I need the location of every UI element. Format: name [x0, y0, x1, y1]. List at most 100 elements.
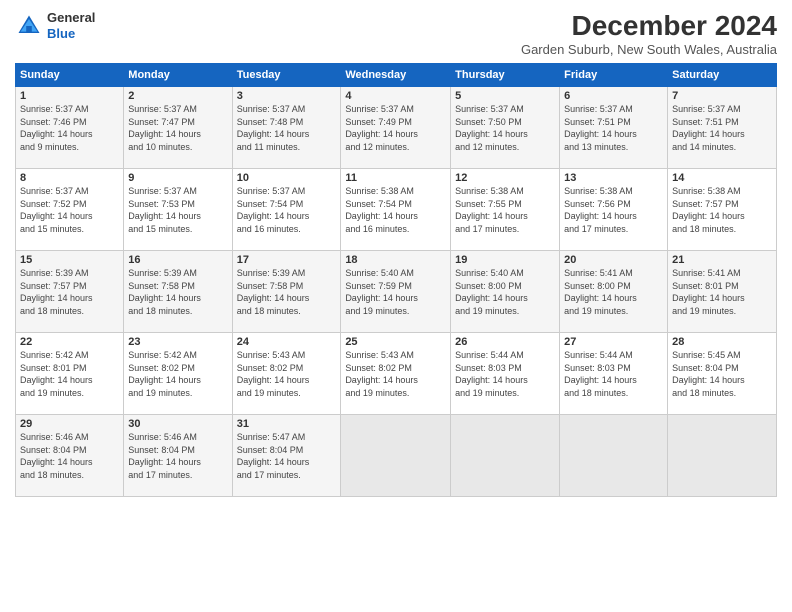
calendar-day-cell: 16Sunrise: 5:39 AMSunset: 7:58 PMDayligh… — [124, 251, 232, 333]
col-thursday: Thursday — [451, 64, 560, 87]
calendar-header-row: Sunday Monday Tuesday Wednesday Thursday… — [16, 64, 777, 87]
calendar-day-cell: 28Sunrise: 5:45 AMSunset: 8:04 PMDayligh… — [668, 333, 777, 415]
day-info: Sunrise: 5:42 AMSunset: 8:02 PMDaylight:… — [128, 349, 227, 399]
calendar-week-row: 8Sunrise: 5:37 AMSunset: 7:52 PMDaylight… — [16, 169, 777, 251]
calendar-week-row: 1Sunrise: 5:37 AMSunset: 7:46 PMDaylight… — [16, 87, 777, 169]
day-info: Sunrise: 5:39 AMSunset: 7:58 PMDaylight:… — [237, 267, 337, 317]
calendar-table: Sunday Monday Tuesday Wednesday Thursday… — [15, 63, 777, 497]
calendar-day-cell: 25Sunrise: 5:43 AMSunset: 8:02 PMDayligh… — [341, 333, 451, 415]
day-number: 4 — [345, 90, 446, 102]
day-info: Sunrise: 5:37 AMSunset: 7:54 PMDaylight:… — [237, 185, 337, 235]
calendar-day-cell: 31Sunrise: 5:47 AMSunset: 8:04 PMDayligh… — [232, 415, 341, 497]
calendar-day-cell: 3Sunrise: 5:37 AMSunset: 7:48 PMDaylight… — [232, 87, 341, 169]
day-number: 29 — [20, 418, 119, 430]
day-number: 11 — [345, 172, 446, 184]
calendar-day-cell: 10Sunrise: 5:37 AMSunset: 7:54 PMDayligh… — [232, 169, 341, 251]
calendar-day-cell: 20Sunrise: 5:41 AMSunset: 8:00 PMDayligh… — [560, 251, 668, 333]
calendar-week-row: 22Sunrise: 5:42 AMSunset: 8:01 PMDayligh… — [16, 333, 777, 415]
day-info: Sunrise: 5:38 AMSunset: 7:57 PMDaylight:… — [672, 185, 772, 235]
day-info: Sunrise: 5:38 AMSunset: 7:54 PMDaylight:… — [345, 185, 446, 235]
calendar-day-cell: 8Sunrise: 5:37 AMSunset: 7:52 PMDaylight… — [16, 169, 124, 251]
day-number: 12 — [455, 172, 555, 184]
col-wednesday: Wednesday — [341, 64, 451, 87]
logo-text: General Blue — [47, 10, 95, 41]
day-number: 22 — [20, 336, 119, 348]
day-info: Sunrise: 5:43 AMSunset: 8:02 PMDaylight:… — [345, 349, 446, 399]
calendar-day-cell: 2Sunrise: 5:37 AMSunset: 7:47 PMDaylight… — [124, 87, 232, 169]
day-number: 25 — [345, 336, 446, 348]
day-info: Sunrise: 5:46 AMSunset: 8:04 PMDaylight:… — [20, 431, 119, 481]
day-number: 31 — [237, 418, 337, 430]
calendar-day-cell: 17Sunrise: 5:39 AMSunset: 7:58 PMDayligh… — [232, 251, 341, 333]
col-sunday: Sunday — [16, 64, 124, 87]
calendar-day-cell: 4Sunrise: 5:37 AMSunset: 7:49 PMDaylight… — [341, 87, 451, 169]
calendar-day-cell: 12Sunrise: 5:38 AMSunset: 7:55 PMDayligh… — [451, 169, 560, 251]
day-info: Sunrise: 5:41 AMSunset: 8:00 PMDaylight:… — [564, 267, 663, 317]
day-number: 15 — [20, 254, 119, 266]
header: General Blue December 2024 Garden Suburb… — [15, 10, 777, 57]
day-info: Sunrise: 5:37 AMSunset: 7:52 PMDaylight:… — [20, 185, 119, 235]
day-number: 14 — [672, 172, 772, 184]
day-info: Sunrise: 5:37 AMSunset: 7:51 PMDaylight:… — [672, 103, 772, 153]
calendar-day-cell: 1Sunrise: 5:37 AMSunset: 7:46 PMDaylight… — [16, 87, 124, 169]
calendar-day-cell: 27Sunrise: 5:44 AMSunset: 8:03 PMDayligh… — [560, 333, 668, 415]
calendar-day-cell: 6Sunrise: 5:37 AMSunset: 7:51 PMDaylight… — [560, 87, 668, 169]
calendar-day-cell: 30Sunrise: 5:46 AMSunset: 8:04 PMDayligh… — [124, 415, 232, 497]
day-number: 23 — [128, 336, 227, 348]
day-info: Sunrise: 5:47 AMSunset: 8:04 PMDaylight:… — [237, 431, 337, 481]
day-number: 20 — [564, 254, 663, 266]
col-tuesday: Tuesday — [232, 64, 341, 87]
day-number: 9 — [128, 172, 227, 184]
calendar-day-cell: 14Sunrise: 5:38 AMSunset: 7:57 PMDayligh… — [668, 169, 777, 251]
day-number: 1 — [20, 90, 119, 102]
day-info: Sunrise: 5:45 AMSunset: 8:04 PMDaylight:… — [672, 349, 772, 399]
calendar-day-cell: 13Sunrise: 5:38 AMSunset: 7:56 PMDayligh… — [560, 169, 668, 251]
calendar-day-cell: 23Sunrise: 5:42 AMSunset: 8:02 PMDayligh… — [124, 333, 232, 415]
logo-icon — [15, 12, 43, 40]
day-info: Sunrise: 5:37 AMSunset: 7:48 PMDaylight:… — [237, 103, 337, 153]
calendar-day-cell: 29Sunrise: 5:46 AMSunset: 8:04 PMDayligh… — [16, 415, 124, 497]
page: General Blue December 2024 Garden Suburb… — [0, 0, 792, 612]
calendar-day-cell: 21Sunrise: 5:41 AMSunset: 8:01 PMDayligh… — [668, 251, 777, 333]
empty-cell — [341, 415, 451, 497]
day-number: 13 — [564, 172, 663, 184]
col-saturday: Saturday — [668, 64, 777, 87]
day-number: 26 — [455, 336, 555, 348]
logo-blue: Blue — [47, 26, 95, 42]
day-number: 27 — [564, 336, 663, 348]
day-info: Sunrise: 5:37 AMSunset: 7:47 PMDaylight:… — [128, 103, 227, 153]
day-info: Sunrise: 5:37 AMSunset: 7:46 PMDaylight:… — [20, 103, 119, 153]
day-number: 6 — [564, 90, 663, 102]
day-number: 18 — [345, 254, 446, 266]
calendar-day-cell: 24Sunrise: 5:43 AMSunset: 8:02 PMDayligh… — [232, 333, 341, 415]
col-monday: Monday — [124, 64, 232, 87]
day-number: 19 — [455, 254, 555, 266]
day-number: 2 — [128, 90, 227, 102]
day-info: Sunrise: 5:38 AMSunset: 7:55 PMDaylight:… — [455, 185, 555, 235]
day-info: Sunrise: 5:44 AMSunset: 8:03 PMDaylight:… — [564, 349, 663, 399]
calendar-week-row: 15Sunrise: 5:39 AMSunset: 7:57 PMDayligh… — [16, 251, 777, 333]
col-friday: Friday — [560, 64, 668, 87]
day-number: 16 — [128, 254, 227, 266]
location-title: Garden Suburb, New South Wales, Australi… — [521, 42, 777, 57]
day-info: Sunrise: 5:37 AMSunset: 7:50 PMDaylight:… — [455, 103, 555, 153]
calendar-day-cell: 9Sunrise: 5:37 AMSunset: 7:53 PMDaylight… — [124, 169, 232, 251]
day-info: Sunrise: 5:37 AMSunset: 7:51 PMDaylight:… — [564, 103, 663, 153]
title-block: December 2024 Garden Suburb, New South W… — [521, 10, 777, 57]
day-number: 5 — [455, 90, 555, 102]
day-info: Sunrise: 5:37 AMSunset: 7:53 PMDaylight:… — [128, 185, 227, 235]
day-info: Sunrise: 5:40 AMSunset: 8:00 PMDaylight:… — [455, 267, 555, 317]
empty-cell — [560, 415, 668, 497]
day-info: Sunrise: 5:39 AMSunset: 7:58 PMDaylight:… — [128, 267, 227, 317]
empty-cell — [668, 415, 777, 497]
day-info: Sunrise: 5:43 AMSunset: 8:02 PMDaylight:… — [237, 349, 337, 399]
logo-general: General — [47, 10, 95, 26]
day-info: Sunrise: 5:41 AMSunset: 8:01 PMDaylight:… — [672, 267, 772, 317]
day-number: 10 — [237, 172, 337, 184]
calendar-day-cell: 5Sunrise: 5:37 AMSunset: 7:50 PMDaylight… — [451, 87, 560, 169]
logo: General Blue — [15, 10, 95, 41]
day-number: 8 — [20, 172, 119, 184]
day-info: Sunrise: 5:42 AMSunset: 8:01 PMDaylight:… — [20, 349, 119, 399]
calendar-day-cell: 22Sunrise: 5:42 AMSunset: 8:01 PMDayligh… — [16, 333, 124, 415]
calendar-day-cell: 11Sunrise: 5:38 AMSunset: 7:54 PMDayligh… — [341, 169, 451, 251]
